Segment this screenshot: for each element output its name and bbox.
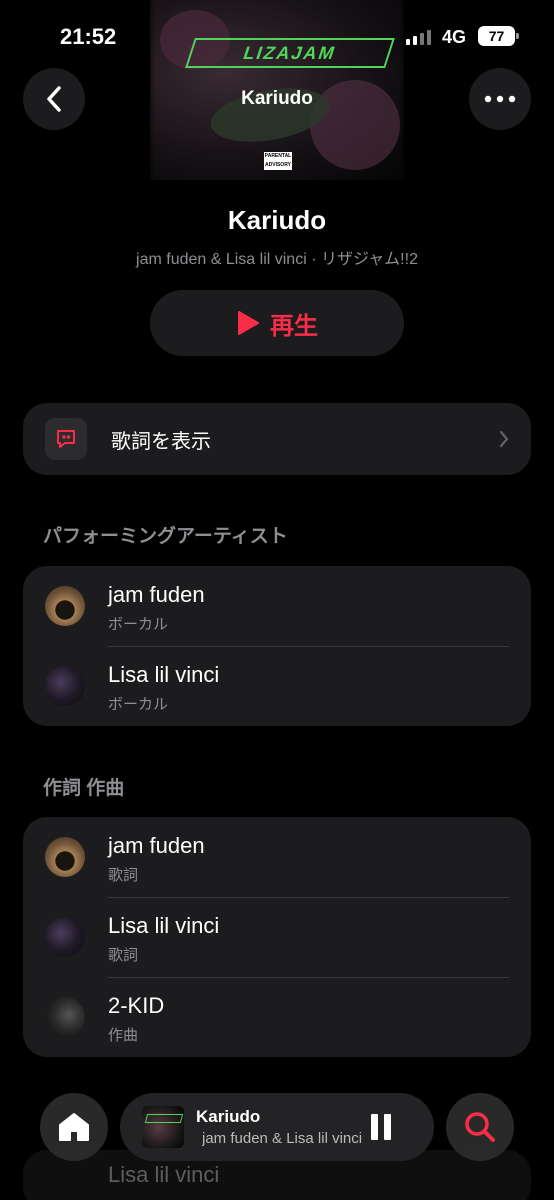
chevron-right-icon [499, 430, 509, 448]
mini-player[interactable]: Kariudo jam fuden & Lisa lil vinci [120, 1093, 434, 1161]
artist-role: 歌詞 [108, 867, 139, 884]
pause-icon [371, 1114, 378, 1140]
mini-player-artwork [142, 1106, 184, 1148]
artist-name: Lisa lil vinci [108, 913, 220, 938]
play-label: 再生 [270, 312, 318, 340]
list-item[interactable]: Lisa lil vinci ボーカル [23, 646, 531, 727]
show-lyrics-row[interactable]: 歌詞を表示 [23, 403, 531, 475]
song-subtitle[interactable]: jam fuden & Lisa lil vinci · リザジャム!!2 [0, 245, 554, 269]
pause-button[interactable] [368, 1114, 394, 1140]
artist-name: jam fuden [108, 582, 205, 607]
show-lyrics-label: 歌詞を表示 [111, 430, 211, 453]
battery-level: 77 [488, 28, 505, 44]
status-bar: 21:52 4G 77 [0, 0, 554, 60]
network-label: 4G [442, 27, 467, 47]
battery-icon: 77 [478, 26, 519, 46]
list-item[interactable]: jam fuden 歌詞 [23, 817, 531, 898]
home-button[interactable] [40, 1093, 108, 1161]
ellipsis-icon [484, 95, 516, 103]
writers-card: jam fuden 歌詞 Lisa lil vinci 歌詞 2-KID 作曲 [23, 817, 531, 1057]
song-title: Kariudo [227, 205, 327, 235]
artist-name: jam fuden [108, 833, 205, 858]
performers-section-title: パフォーミングアーティスト [43, 526, 288, 547]
signal-icon [406, 30, 431, 45]
list-item[interactable]: Lisa lil vinci 歌詞 [23, 897, 531, 978]
parental-advisory-label: PARENTAL ADVISORY [264, 152, 292, 170]
artist-name: 2-KID [108, 993, 165, 1018]
quote-bubble-icon [45, 418, 87, 460]
avatar [45, 917, 85, 957]
home-icon [59, 1113, 89, 1141]
search-icon [465, 1112, 495, 1142]
artist-role: ボーカル [108, 616, 169, 633]
play-button[interactable]: 再生 [150, 290, 404, 356]
play-icon [238, 311, 259, 335]
status-time: 21:52 [60, 24, 117, 49]
more-button[interactable] [469, 68, 531, 130]
artist-role: 歌詞 [108, 947, 139, 964]
avatar [45, 586, 85, 626]
search-button[interactable] [446, 1093, 514, 1161]
performers-card: jam fuden ボーカル Lisa lil vinci ボーカル [23, 566, 531, 726]
artist-role: ボーカル [108, 696, 169, 713]
avatar [45, 837, 85, 877]
mini-player-title: Kariudo [196, 1107, 261, 1126]
avatar [45, 997, 85, 1037]
list-item[interactable]: jam fuden ボーカル [23, 566, 531, 647]
avatar [45, 666, 85, 706]
mini-player-subtitle: jam fuden & Lisa lil vinci [202, 1130, 362, 1147]
artist-role: 作曲 [108, 1027, 139, 1044]
list-item[interactable]: 2-KID 作曲 [23, 977, 531, 1058]
artist-name: Lisa lil vinci [108, 662, 220, 687]
artist-name: Lisa lil vinci [108, 1162, 220, 1187]
writers-section-title: 作詞 作曲 [43, 778, 125, 799]
